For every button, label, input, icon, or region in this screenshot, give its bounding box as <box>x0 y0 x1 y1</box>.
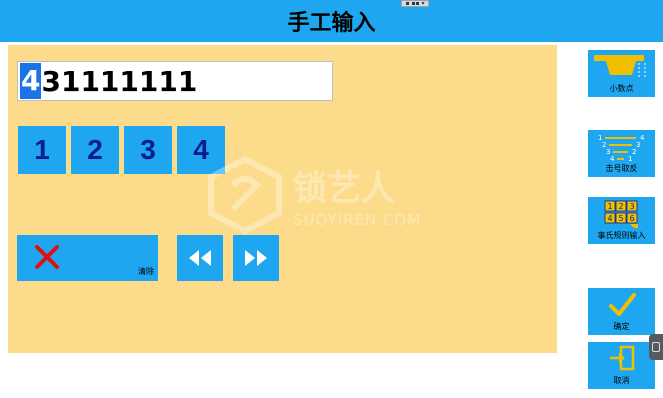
svg-text:5: 5 <box>618 214 623 223</box>
rule-input-button[interactable]: 123 456 事氏规则输入 <box>588 197 655 244</box>
svg-text:1: 1 <box>628 155 632 163</box>
decimal-point-button[interactable]: 小数点 <box>588 50 655 97</box>
svg-text:4: 4 <box>610 155 615 163</box>
decimal-point-label: 小数点 <box>609 84 634 93</box>
svg-text:2: 2 <box>618 202 623 211</box>
reverse-order-label: 击号取反 <box>605 164 638 173</box>
cancel-button[interactable]: 取消 <box>588 342 655 389</box>
fast-forward-icon <box>245 250 267 266</box>
manual-input-screen: 手工输入 ▪ ▪▪ ▾ 4 31111111 1 2 3 4 清除 小数点 1 … <box>0 0 663 398</box>
reverse-order-icon: 14 23 32 41 <box>598 134 645 163</box>
key-code-value: 31111111 <box>41 64 198 98</box>
svg-text:3: 3 <box>636 141 640 149</box>
title-bar: 手工输入 <box>0 0 663 42</box>
confirm-label: 确定 <box>613 322 630 331</box>
reverse-order-button[interactable]: 14 23 32 41 击号取反 <box>588 130 655 177</box>
page-title: 手工输入 <box>287 11 376 36</box>
window-handle[interactable]: ▪ ▪▪ ▾ <box>401 0 429 7</box>
confirm-button[interactable]: 确定 <box>588 288 655 335</box>
move-right-button[interactable] <box>233 235 279 281</box>
clear-button-label: 清除 <box>138 267 154 276</box>
checkmark-icon <box>609 293 636 316</box>
svg-text:4: 4 <box>640 134 645 142</box>
cursor-character: 4 <box>20 63 42 99</box>
numeric-grid-icon: 123 456 <box>604 200 638 228</box>
side-drawer-tab[interactable] <box>649 334 663 360</box>
cancel-label: 取消 <box>613 376 630 385</box>
decimal-point-icon <box>594 55 646 79</box>
key-2-button[interactable]: 2 <box>71 126 119 174</box>
rule-input-label: 事氏规则输入 <box>597 231 646 240</box>
svg-text:6: 6 <box>629 214 634 223</box>
exit-icon <box>610 345 635 371</box>
drawer-icon <box>652 342 660 352</box>
svg-text:2: 2 <box>632 148 636 156</box>
move-left-button[interactable] <box>177 235 223 281</box>
close-icon <box>35 245 59 269</box>
key-code-input[interactable]: 4 31111111 <box>17 61 333 101</box>
rewind-icon <box>189 250 211 266</box>
key-1-button[interactable]: 1 <box>18 126 66 174</box>
key-3-button[interactable]: 3 <box>124 126 172 174</box>
clear-button[interactable]: 清除 <box>17 235 158 281</box>
svg-text:1: 1 <box>607 202 612 211</box>
key-4-button[interactable]: 4 <box>177 126 225 174</box>
svg-text:3: 3 <box>629 202 634 211</box>
svg-text:4: 4 <box>607 214 612 223</box>
